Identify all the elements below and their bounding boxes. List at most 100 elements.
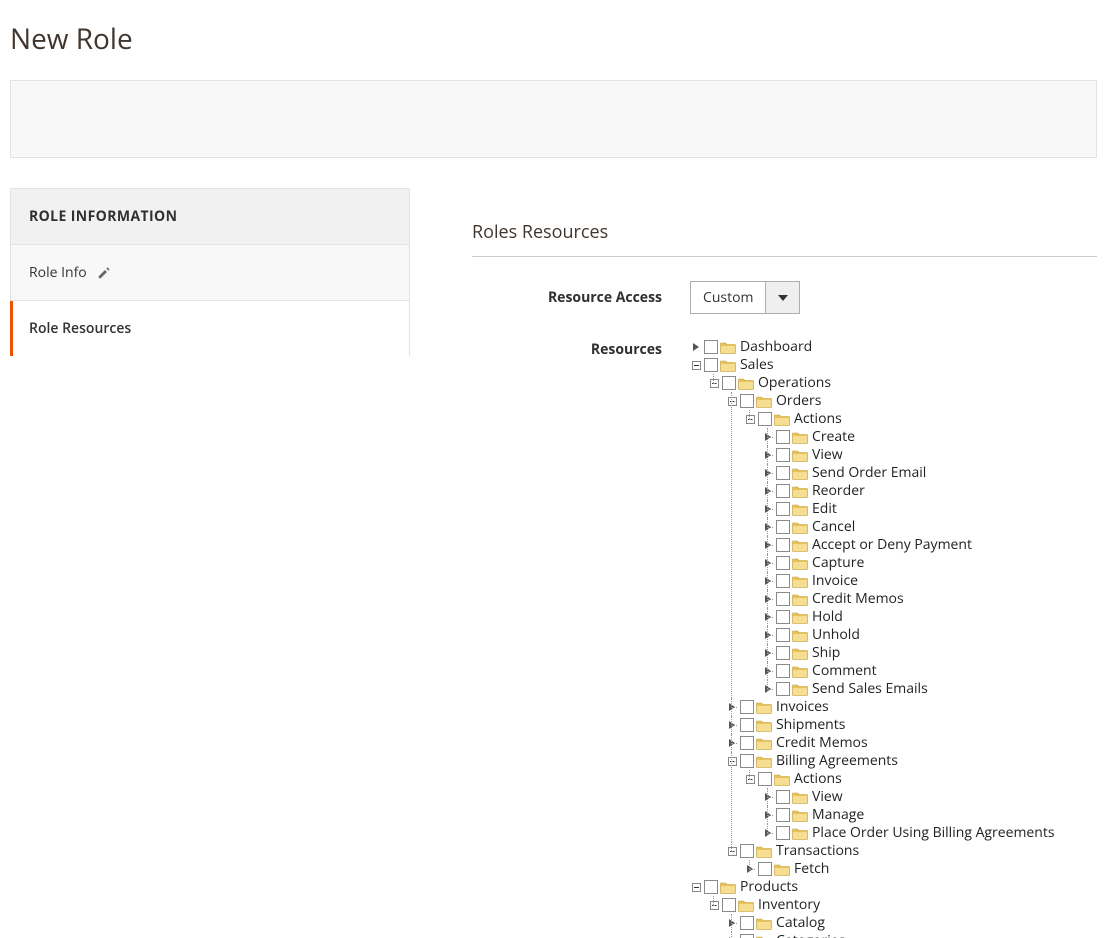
tree-expand-icon[interactable] xyxy=(762,665,774,677)
tree-checkbox[interactable] xyxy=(740,736,754,750)
tree-node-label[interactable]: Actions xyxy=(794,770,842,788)
tree-node-label[interactable]: Comment xyxy=(812,662,877,680)
tree-collapse-icon[interactable] xyxy=(708,899,720,911)
tree-node-label[interactable]: Actions xyxy=(794,410,842,428)
tree-checkbox[interactable] xyxy=(740,700,754,714)
tree-checkbox[interactable] xyxy=(776,556,790,570)
tree-expand-icon[interactable] xyxy=(762,611,774,623)
tree-checkbox[interactable] xyxy=(740,754,754,768)
tree-node-label[interactable]: Operations xyxy=(758,374,831,392)
tree-checkbox[interactable] xyxy=(776,448,790,462)
tree-checkbox[interactable] xyxy=(776,520,790,534)
tree-node-label[interactable]: Products xyxy=(740,878,798,896)
tree-node-label[interactable]: View xyxy=(812,788,843,806)
tree-checkbox[interactable] xyxy=(704,340,718,354)
tree-node-label[interactable]: Invoice xyxy=(812,572,858,590)
tree-checkbox[interactable] xyxy=(776,484,790,498)
tree-checkbox[interactable] xyxy=(722,898,736,912)
tree-expand-icon[interactable] xyxy=(762,827,774,839)
tree-expand-icon[interactable] xyxy=(762,539,774,551)
sidebar-item-role-resources[interactable]: Role Resources xyxy=(10,301,410,356)
tree-collapse-icon[interactable] xyxy=(726,845,738,857)
tree-node-label[interactable]: Inventory xyxy=(758,896,820,914)
tree-node-label[interactable]: Fetch xyxy=(794,860,829,878)
tree-node-label[interactable]: Place Order Using Billing Agreements xyxy=(812,824,1055,842)
tree-expand-icon[interactable] xyxy=(762,683,774,695)
tree-node-label[interactable]: Manage xyxy=(812,806,864,824)
tree-node-label[interactable]: Categories xyxy=(776,932,845,938)
tree-checkbox[interactable] xyxy=(758,772,772,786)
tree-node-label[interactable]: Sales xyxy=(740,356,774,374)
tree-checkbox[interactable] xyxy=(776,466,790,480)
tree-node-label[interactable]: Dashboard xyxy=(740,338,812,356)
tree-expand-icon[interactable] xyxy=(762,557,774,569)
tree-node-label[interactable]: View xyxy=(812,446,843,464)
tree-node-label[interactable]: Cancel xyxy=(812,518,855,536)
tree-node-label[interactable]: Unhold xyxy=(812,626,860,644)
tree-checkbox[interactable] xyxy=(776,574,790,588)
tree-expand-icon[interactable] xyxy=(726,737,738,749)
tree-expand-icon[interactable] xyxy=(726,719,738,731)
tree-node-label[interactable]: Ship xyxy=(812,644,840,662)
tree-expand-icon[interactable] xyxy=(762,791,774,803)
tree-node-label[interactable]: Shipments xyxy=(776,716,845,734)
tree-checkbox[interactable] xyxy=(758,412,772,426)
tree-expand-icon[interactable] xyxy=(762,575,774,587)
tree-expand-icon[interactable] xyxy=(726,701,738,713)
tree-collapse-icon[interactable] xyxy=(690,359,702,371)
tree-checkbox[interactable] xyxy=(776,592,790,606)
tree-expand-icon[interactable] xyxy=(762,431,774,443)
tree-node-label[interactable]: Accept or Deny Payment xyxy=(812,536,972,554)
tree-checkbox[interactable] xyxy=(704,880,718,894)
tree-node-label[interactable]: Transactions xyxy=(776,842,859,860)
tree-collapse-icon[interactable] xyxy=(690,881,702,893)
tree-checkbox[interactable] xyxy=(740,844,754,858)
tree-checkbox[interactable] xyxy=(776,430,790,444)
tree-checkbox[interactable] xyxy=(776,538,790,552)
tree-expand-icon[interactable] xyxy=(726,917,738,929)
tree-collapse-icon[interactable] xyxy=(726,395,738,407)
tree-checkbox[interactable] xyxy=(704,358,718,372)
tree-expand-icon[interactable] xyxy=(762,485,774,497)
tree-checkbox[interactable] xyxy=(740,916,754,930)
tree-checkbox[interactable] xyxy=(740,718,754,732)
tree-collapse-icon[interactable] xyxy=(708,377,720,389)
tree-checkbox[interactable] xyxy=(776,610,790,624)
select-toggle[interactable] xyxy=(766,281,800,314)
tree-node-label[interactable]: Credit Memos xyxy=(776,734,868,752)
tree-node-label[interactable]: Catalog xyxy=(776,914,825,932)
tree-node-label[interactable]: Reorder xyxy=(812,482,865,500)
tree-expand-icon[interactable] xyxy=(762,593,774,605)
tree-expand-icon[interactable] xyxy=(762,503,774,515)
tree-expand-icon[interactable] xyxy=(762,809,774,821)
tree-node-label[interactable]: Send Order Email xyxy=(812,464,926,482)
tree-checkbox[interactable] xyxy=(776,808,790,822)
tree-checkbox[interactable] xyxy=(776,682,790,696)
tree-checkbox[interactable] xyxy=(776,826,790,840)
tree-checkbox[interactable] xyxy=(776,502,790,516)
tree-expand-icon[interactable] xyxy=(762,467,774,479)
tree-node-label[interactable]: Create xyxy=(812,428,855,446)
tree-checkbox[interactable] xyxy=(740,394,754,408)
tree-collapse-icon[interactable] xyxy=(726,755,738,767)
tree-checkbox[interactable] xyxy=(758,862,772,876)
tree-expand-icon[interactable] xyxy=(762,629,774,641)
tree-node-label[interactable]: Credit Memos xyxy=(812,590,904,608)
tree-checkbox[interactable] xyxy=(776,664,790,678)
tree-expand-icon[interactable] xyxy=(762,449,774,461)
tree-checkbox[interactable] xyxy=(722,376,736,390)
tree-collapse-icon[interactable] xyxy=(744,773,756,785)
tree-checkbox[interactable] xyxy=(776,628,790,642)
tree-expand-icon[interactable] xyxy=(762,647,774,659)
tree-node-label[interactable]: Invoices xyxy=(776,698,829,716)
tree-expand-icon[interactable] xyxy=(744,863,756,875)
tree-node-label[interactable]: Orders xyxy=(776,392,821,410)
tree-collapse-icon[interactable] xyxy=(744,413,756,425)
tree-checkbox[interactable] xyxy=(776,790,790,804)
tree-node-label[interactable]: Edit xyxy=(812,500,837,518)
tree-node-label[interactable]: Hold xyxy=(812,608,843,626)
sidebar-item-role-info[interactable]: Role Info xyxy=(10,245,410,301)
tree-expand-icon[interactable] xyxy=(690,341,702,353)
resource-access-select[interactable]: Custom xyxy=(690,281,800,314)
tree-node-label[interactable]: Send Sales Emails xyxy=(812,680,928,698)
